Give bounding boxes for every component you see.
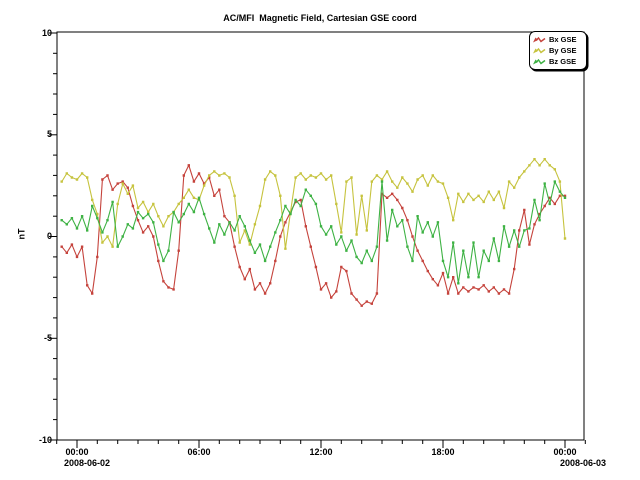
series-line-bx-gse <box>62 165 565 305</box>
legend-entry-bx: Bx GSE <box>533 34 586 45</box>
y-tick-label: -10 <box>18 435 52 446</box>
series-line-by-gse <box>62 159 565 249</box>
y-tick-label: 5 <box>18 129 52 140</box>
plot-frame <box>57 32 584 440</box>
bz-line-marker-icon <box>533 58 546 66</box>
x-date-label-end: 2008-06-03 <box>560 458 606 469</box>
legend-label-bx: Bx GSE <box>549 35 577 44</box>
legend-entry-bz: Bz GSE <box>533 56 586 67</box>
x-tick-label: 12:00 <box>301 447 341 458</box>
chart-title: AC/MFI Magnetic Field, Cartesian GSE coo… <box>0 13 640 23</box>
y-tick-label: 10 <box>18 28 52 39</box>
series-line-bz-gse <box>62 182 565 284</box>
bx-line-marker-icon <box>533 36 546 44</box>
series-markers-bz-gse <box>61 180 567 284</box>
x-date-label-start: 2008-06-02 <box>64 458 110 469</box>
by-line-marker-icon <box>533 47 546 55</box>
series-markers-bx-gse <box>61 164 567 307</box>
x-tick-label: 00:00 <box>545 447 585 458</box>
legend: Bx GSE By GSE Bz GSE <box>529 31 587 70</box>
x-tick-label: 18:00 <box>423 447 463 458</box>
magnetic-field-plot: AC/MFI Magnetic Field, Cartesian GSE coo… <box>0 0 640 480</box>
y-tick-label: 0 <box>18 231 52 242</box>
legend-label-bz: Bz GSE <box>549 57 576 66</box>
y-tick-label: -5 <box>18 333 52 344</box>
series-markers-by-gse <box>61 158 567 250</box>
legend-entry-by: By GSE <box>533 45 586 56</box>
x-tick-label: 06:00 <box>179 447 219 458</box>
plot-canvas <box>0 0 640 480</box>
legend-label-by: By GSE <box>549 46 577 55</box>
x-tick-label: 00:00 <box>57 447 97 458</box>
